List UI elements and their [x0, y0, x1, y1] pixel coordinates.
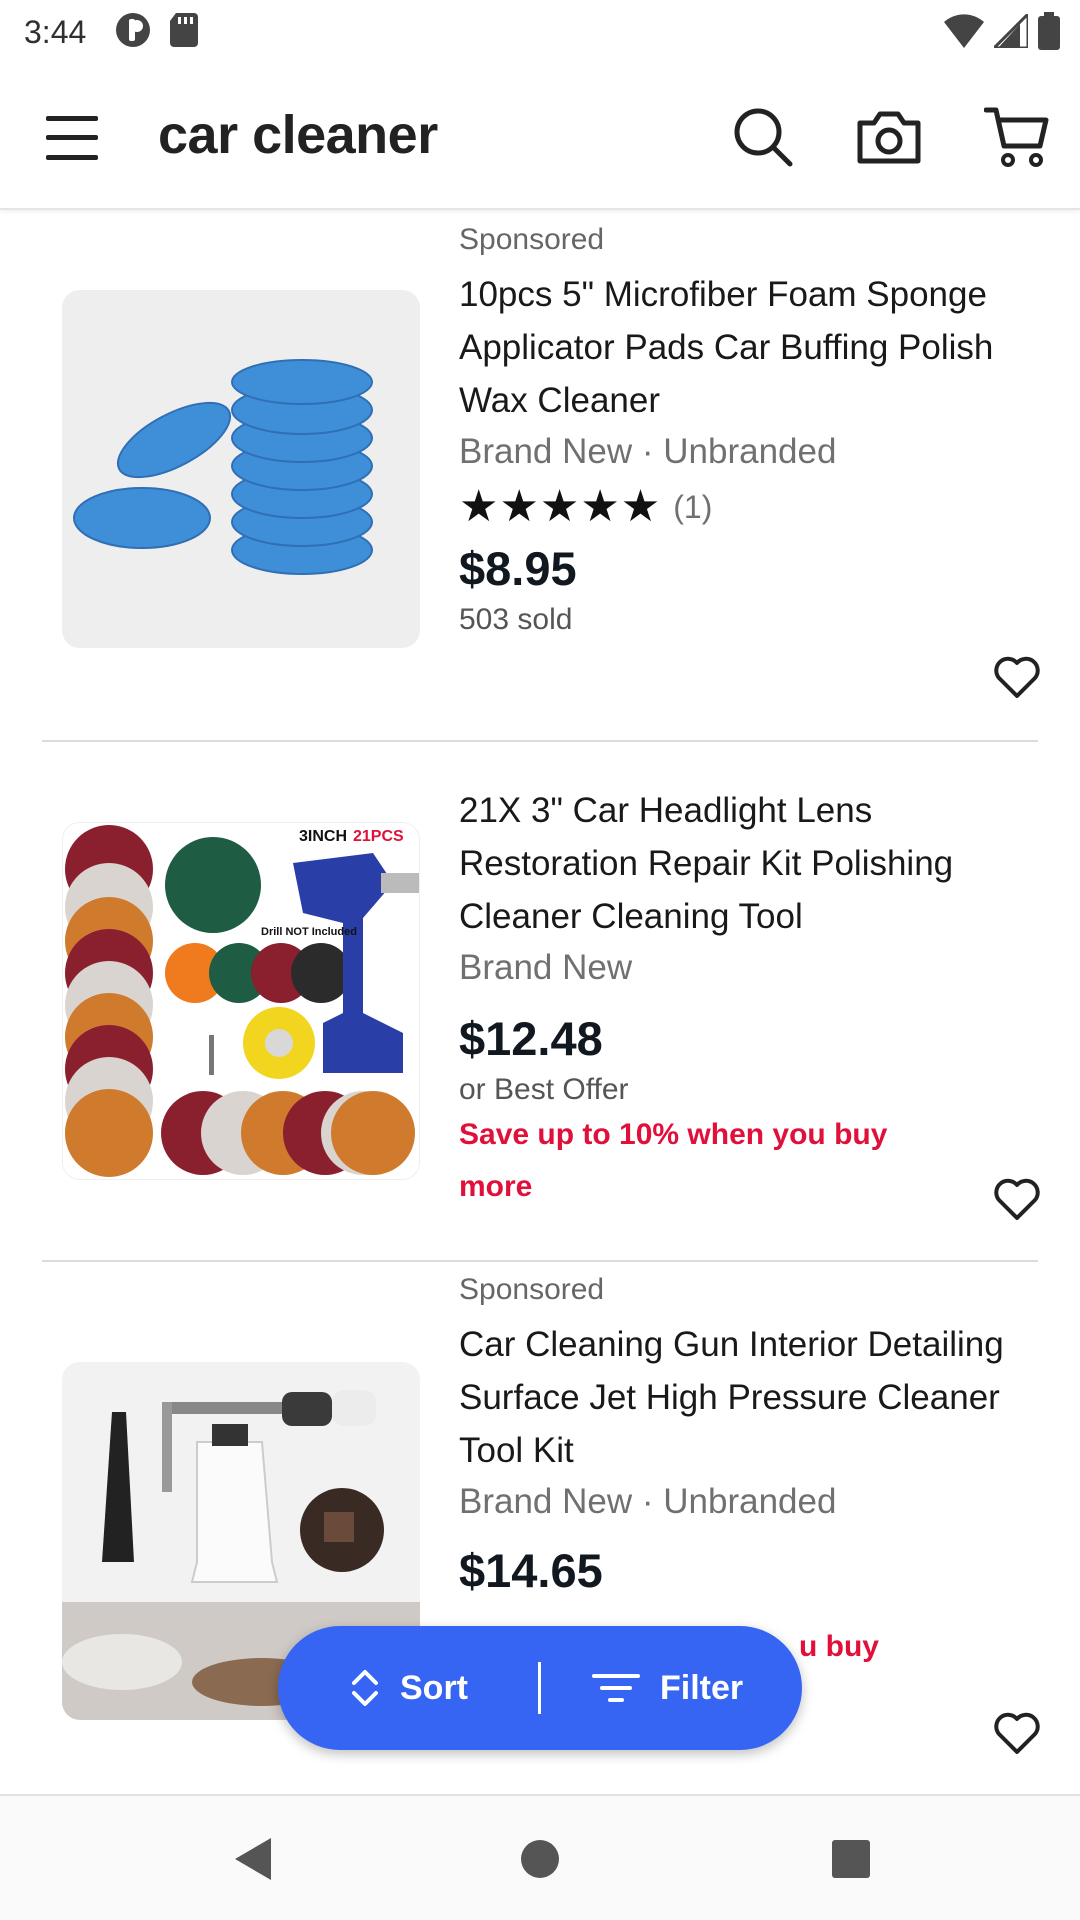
watch-heart-icon[interactable]	[992, 1174, 1042, 1224]
status-bar: 3:44	[0, 0, 1080, 64]
recents-button[interactable]	[826, 1834, 876, 1884]
back-icon	[235, 1838, 271, 1880]
cart-icon	[984, 107, 1049, 167]
cart-button[interactable]	[984, 104, 1050, 170]
filter-label: Filter	[660, 1668, 744, 1707]
sd-card-icon	[170, 12, 199, 52]
sold-count: 503 sold	[459, 603, 573, 636]
recents-icon	[832, 1840, 870, 1878]
image-text-drill-note: Drill NOT Included	[261, 926, 357, 938]
menu-button[interactable]	[44, 110, 100, 166]
search-query-text[interactable]: car cleaner	[158, 104, 438, 166]
filter-button[interactable]: Filter	[592, 1626, 743, 1750]
sort-button[interactable]: Sort	[350, 1626, 468, 1750]
best-offer-label: or Best Offer	[459, 1073, 629, 1106]
watch-heart-icon[interactable]	[992, 652, 1042, 702]
image-text-3inch: 3INCH	[299, 828, 347, 845]
listing-item[interactable]: Sponsored 10pcs 5" Microfiber Foam Spong…	[0, 212, 1080, 740]
sort-filter-separator	[538, 1662, 541, 1714]
listing-condition: Brand New	[459, 948, 633, 987]
listing-title[interactable]: Car Cleaning Gun Interior Detailing Surf…	[459, 1318, 1039, 1477]
headlight-kit-image: 3INCH 21PCS Drill NOT Included	[63, 823, 419, 1179]
sponsored-label: Sponsored	[459, 1273, 605, 1306]
home-button[interactable]	[515, 1834, 565, 1884]
star-rating-icon: ★★★★★	[459, 482, 662, 531]
rating-count: (1)	[673, 488, 713, 525]
microfiber-pads-image	[62, 290, 420, 648]
rating-row: ★★★★★ (1)	[459, 481, 1039, 533]
search-icon	[734, 108, 793, 167]
listing-title[interactable]: 10pcs 5" Microfiber Foam Sponge Applicat…	[459, 268, 1039, 427]
listing-condition: Brand New · Unbranded	[459, 432, 837, 471]
search-app-bar: car cleaner	[0, 64, 1080, 210]
battery-icon	[1038, 12, 1060, 55]
listing-price: $12.48	[459, 1012, 603, 1065]
privacy-indicator-icon	[114, 11, 152, 54]
listing-price: $14.65	[459, 1544, 603, 1597]
promo-text: Save up to 10% when you buy more	[459, 1118, 888, 1203]
system-navigation-bar	[0, 1794, 1080, 1920]
signal-icon	[990, 10, 1030, 53]
sort-label: Sort	[400, 1668, 468, 1707]
home-icon	[521, 1840, 559, 1878]
sponsored-label: Sponsored	[459, 223, 605, 256]
image-text-21pcs: 21PCS	[353, 828, 404, 845]
listing-title[interactable]: 21X 3" Car Headlight Lens Restoration Re…	[459, 784, 1039, 943]
back-button[interactable]	[228, 1834, 278, 1884]
search-results-list[interactable]: Sponsored 10pcs 5" Microfiber Foam Spong…	[0, 212, 1080, 1792]
status-time: 3:44	[24, 13, 87, 50]
filter-icon	[592, 1674, 640, 1702]
watch-heart-icon[interactable]	[992, 1708, 1042, 1758]
sort-icon	[352, 1670, 378, 1706]
wifi-icon	[944, 14, 984, 53]
listing-image[interactable]: 3INCH 21PCS Drill NOT Included	[62, 822, 420, 1180]
camera-icon	[857, 111, 921, 164]
sort-filter-bar: Sort Filter	[278, 1626, 802, 1750]
camera-search-button[interactable]	[856, 104, 922, 170]
listing-price: $8.95	[459, 542, 577, 595]
listing-image[interactable]	[62, 290, 420, 648]
menu-icon	[46, 116, 98, 160]
listing-item[interactable]: 3INCH 21PCS Drill NOT Included 21X 3" Ca…	[0, 742, 1080, 1262]
listing-condition: Brand New · Unbranded	[459, 1482, 837, 1521]
search-button[interactable]	[730, 104, 796, 170]
